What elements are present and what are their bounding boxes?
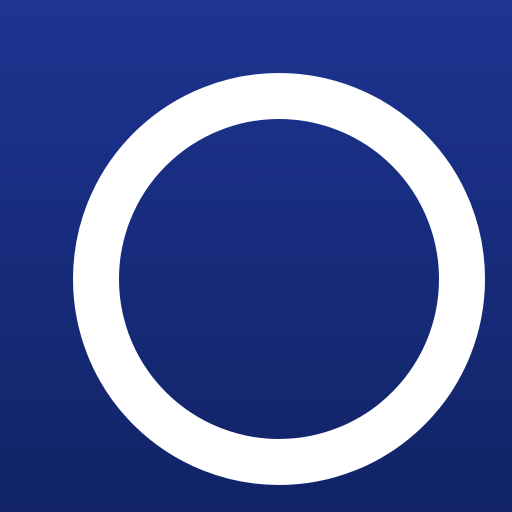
ring-icon bbox=[73, 73, 485, 485]
app-icon-background bbox=[0, 0, 512, 512]
